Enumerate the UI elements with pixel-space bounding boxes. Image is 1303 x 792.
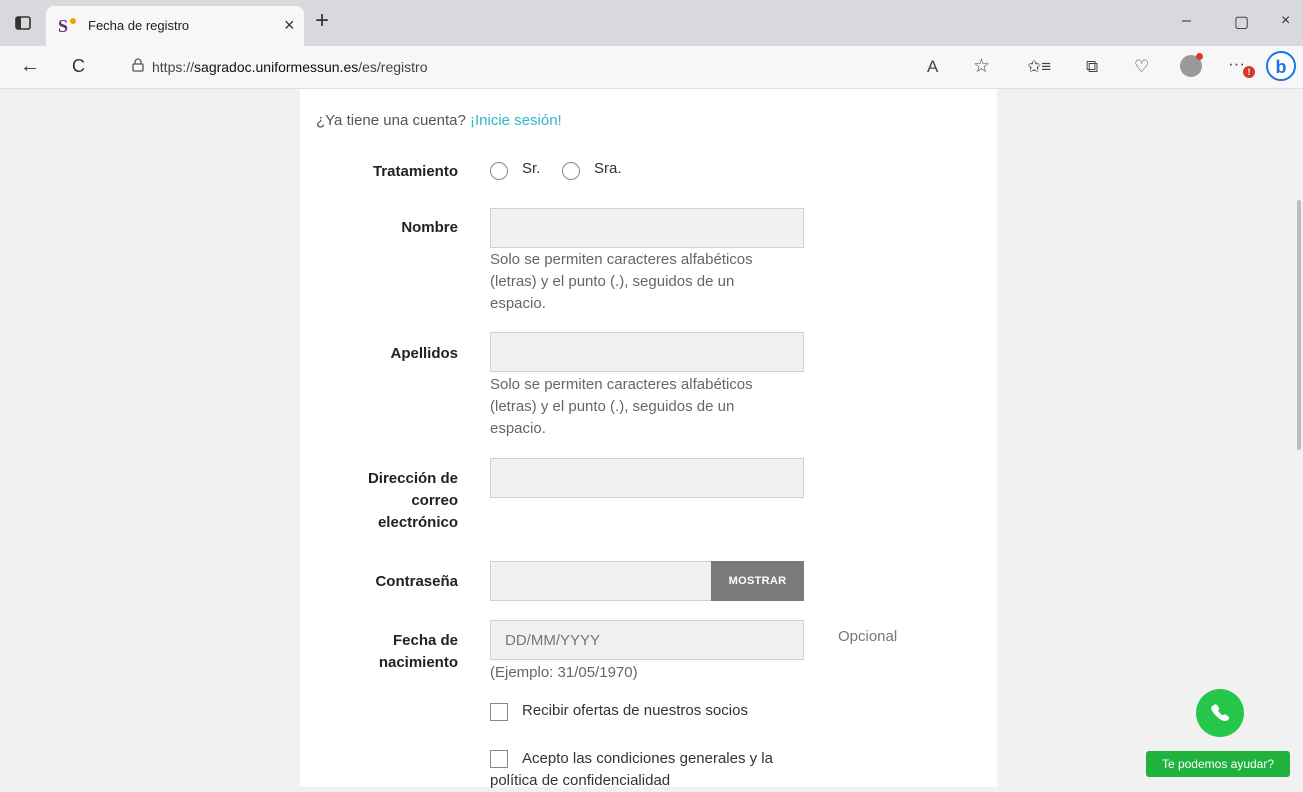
url-domain: sagradoc.uniformessun.es: [194, 59, 359, 75]
login-link[interactable]: ¡Inicie sesión!: [470, 112, 562, 129]
birthdate-label: Fecha de nacimiento: [300, 630, 458, 674]
have-account-text: ¿Ya tiene una cuenta? ¡Inicie sesión!: [316, 112, 562, 129]
last-name-input[interactable]: [490, 332, 804, 372]
minimize-button[interactable]: –: [1182, 12, 1191, 30]
password-input[interactable]: [490, 561, 712, 601]
partner-offers-checkbox[interactable]: [490, 703, 508, 721]
url-text: https://sagradoc.uniformessun.es/es/regi…: [152, 59, 427, 75]
collections-icon[interactable]: ⧉: [1086, 57, 1098, 77]
whatsapp-help-button[interactable]: Te podemos ayudar?: [1146, 751, 1290, 777]
first-name-input[interactable]: [490, 208, 804, 248]
favorite-star-icon[interactable]: ☆: [973, 55, 990, 78]
accept-terms-label-line-1: Acepto las condiciones generales y la: [522, 750, 773, 767]
treatment-option-sra: Sra.: [594, 160, 622, 177]
url-prefix: https://: [152, 59, 195, 75]
browser-toolbar: ← C https://sagradoc.uniformessun.es/es/…: [0, 46, 1303, 89]
treatment-option-sr: Sr.: [522, 160, 541, 177]
treatment-label: Tratamiento: [372, 163, 458, 180]
have-account-question: ¿Ya tiene una cuenta?: [316, 112, 470, 129]
notification-badge: !: [1243, 66, 1255, 78]
first-name-label: Nombre: [401, 219, 458, 236]
show-password-button[interactable]: MOSTRAR: [711, 561, 804, 601]
page-scrollbar[interactable]: [1297, 200, 1301, 450]
back-arrow-icon[interactable]: ←: [20, 55, 40, 78]
birthdate-example: (Ejemplo: 31/05/1970): [490, 664, 638, 681]
last-name-label: Apellidos: [390, 345, 458, 362]
address-bar[interactable]: https://sagradoc.uniformessun.es/es/regi…: [104, 52, 1104, 82]
tab-actions-icon[interactable]: [10, 10, 36, 36]
restore-button[interactable]: ▢: [1234, 12, 1249, 32]
lock-icon: [132, 58, 144, 75]
bing-copilot-icon[interactable]: b: [1266, 51, 1296, 81]
browser-tab-active[interactable]: S Fecha de registro ×: [46, 6, 304, 46]
treatment-radio-sr[interactable]: [490, 162, 508, 180]
birthdate-optional-label: Opcional: [838, 628, 898, 645]
read-aloud-icon[interactable]: A: [927, 57, 938, 77]
whatsapp-icon[interactable]: [1196, 689, 1244, 737]
email-label-line-3: electrónico: [377, 514, 458, 531]
favorites-list-icon[interactable]: ✩≡: [1027, 57, 1051, 77]
tab-title: Fecha de registro: [88, 18, 190, 33]
new-tab-button[interactable]: +: [315, 9, 329, 33]
password-label: Contraseña: [375, 573, 458, 590]
accept-terms-label-line-2[interactable]: política de confidencialidad: [490, 770, 670, 792]
birthdate-label-line-2: nacimiento: [378, 654, 458, 671]
birthdate-label-line-1: Fecha de: [392, 632, 458, 649]
email-label-line-1: Dirección de: [367, 470, 458, 487]
first-name-hint: Solo se permiten caracteres alfabéticos …: [490, 251, 753, 312]
browser-essentials-heart-icon[interactable]: ♡: [1134, 57, 1149, 77]
partner-offers-label: Recibir ofertas de nuestros socios: [522, 702, 748, 719]
reload-icon[interactable]: C: [72, 56, 85, 77]
email-label: Dirección de correo electrónico: [300, 468, 458, 534]
tab-close-icon[interactable]: ×: [284, 15, 295, 36]
accept-terms-checkbox[interactable]: [490, 750, 508, 768]
browser-title-bar: S Fecha de registro × + – ▢ ×: [0, 0, 1303, 46]
registration-form: ¿Ya tiene una cuenta? ¡Inicie sesión! Tr…: [300, 89, 997, 789]
site-favicon-icon: S: [58, 16, 78, 36]
profile-avatar-icon[interactable]: [1180, 53, 1203, 77]
birthdate-input[interactable]: [490, 620, 804, 660]
window-close-button[interactable]: ×: [1281, 12, 1290, 30]
treatment-radio-sra[interactable]: [562, 162, 580, 180]
last-name-hint: Solo se permiten caracteres alfabéticos …: [490, 376, 753, 437]
email-label-line-2: correo: [411, 492, 458, 509]
url-path: /es/registro: [358, 59, 428, 75]
email-input[interactable]: [490, 458, 804, 498]
